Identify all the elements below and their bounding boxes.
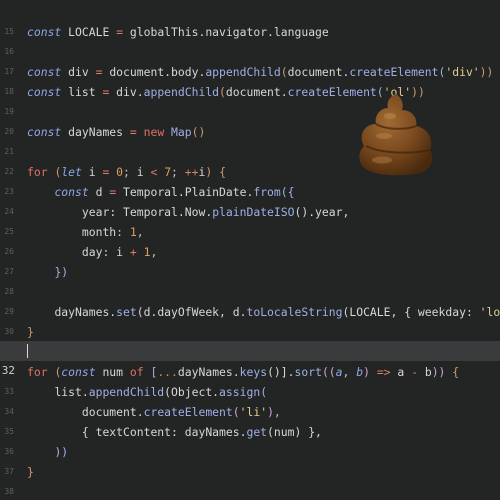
code-text: } [27, 325, 34, 339]
code-line-15[interactable]: 15 [0, 2, 500, 36]
code-text: const dayNames = new Map() [27, 125, 206, 139]
code-editor[interactable]: 15 16 const LOCALE = globalThis.navigato… [0, 0, 500, 500]
poop-emoji-icon [359, 94, 433, 176]
code-line-29[interactable]: 29 [0, 282, 500, 316]
code-text: { textContent: dayNames.get(num) }, [81, 425, 322, 439]
code-line-27[interactable]: 27 day: i + 1, [0, 242, 500, 276]
code-line-34[interactable]: 34 list.appendChild(Object.assign( [0, 382, 500, 416]
code-text: for (let i = 0; i < 7; ++i) { [27, 165, 226, 179]
code-text: const LOCALE = globalThis.navigator.lang… [27, 25, 329, 39]
code-text: }) [54, 265, 69, 279]
code-text: )) [54, 445, 69, 459]
code-line-35[interactable]: 35 document.createElement('li'), [0, 402, 500, 436]
code-line-26[interactable]: 26 month: 1, [0, 222, 500, 256]
code-line-17[interactable]: 17 [0, 42, 500, 76]
code-line-28[interactable]: 28 }) [0, 262, 500, 296]
code-text: list.appendChild(Object.assign( [54, 385, 268, 399]
code-line-39[interactable]: 39 [0, 482, 500, 500]
code-text: document.createElement('li'), [81, 405, 281, 419]
code-line-18[interactable]: 18 const div = document.body.appendChild… [0, 62, 500, 96]
code-line-37[interactable]: 37 )) [0, 442, 500, 476]
code-line-31[interactable]: 31 } [0, 322, 500, 356]
code-line-36[interactable]: 36 { textContent: dayNames.get(num) }, [0, 422, 500, 456]
code-line-32-active[interactable]: 32 [0, 341, 500, 377]
code-text: for (const num of [...dayNames.keys()].s… [27, 365, 460, 379]
code-line-30[interactable]: 30 dayNames.set(d.dayOfWeek, d.toLocaleS… [0, 302, 500, 336]
code-text: day: i + 1, [81, 245, 158, 259]
code-text: } [27, 465, 34, 479]
code-text: year: Temporal.Now.plainDateISO().year, [81, 205, 350, 219]
code-line-38[interactable]: 38 } [0, 462, 500, 496]
text-cursor [27, 341, 28, 361]
code-text: const div = document.body.appendChild(do… [27, 65, 494, 79]
code-line-33[interactable]: 33 for (const num of [...dayNames.keys()… [0, 362, 500, 396]
code-line-25[interactable]: 25 year: Temporal.Now.plainDateISO().yea… [0, 202, 500, 236]
code-line-24[interactable]: 24 const d = Temporal.PlainDate.from({ [0, 182, 500, 216]
code-line-16[interactable]: 16 const LOCALE = globalThis.navigator.l… [0, 22, 500, 56]
code-text: dayNames.set(d.dayOfWeek, d.toLocaleStri… [54, 305, 500, 319]
code-text: const d = Temporal.PlainDate.from({ [54, 185, 295, 199]
code-text: month: 1, [81, 225, 144, 239]
